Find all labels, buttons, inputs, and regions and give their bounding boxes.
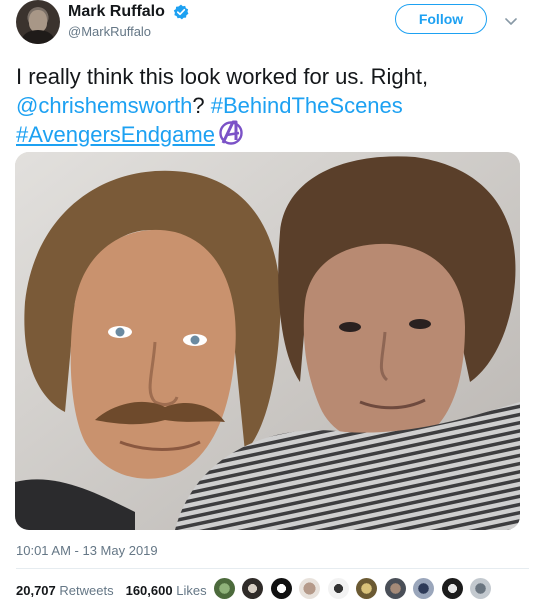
tweet-timestamp[interactable]: 10:01 AM - 13 May 2019 — [16, 543, 158, 558]
author-display-name[interactable]: Mark Ruffalo — [68, 3, 165, 21]
liker-avatar[interactable] — [299, 578, 321, 599]
liker-avatar[interactable] — [270, 578, 292, 599]
tweet-body-text: I really think this look worked for us. … — [16, 64, 429, 89]
retweets-count: 20,707 — [16, 583, 56, 598]
stats-divider — [16, 568, 529, 569]
likes-label: Likes — [176, 583, 207, 598]
tweet-photo[interactable] — [15, 152, 520, 530]
liker-avatar[interactable] — [214, 578, 235, 599]
likes-count: 160,600 — [125, 583, 173, 598]
liker-avatar[interactable] — [441, 578, 463, 599]
likes-stat[interactable]: 160,600 Likes — [126, 583, 207, 598]
verified-badge-icon — [173, 4, 189, 20]
avatar-shirt — [22, 30, 54, 44]
tweet-header: Mark Ruffalo @MarkRuffalo Follow — [16, 0, 531, 56]
liker-avatar[interactable] — [327, 578, 349, 599]
liker-avatar[interactable] — [356, 578, 378, 599]
liker-avatars — [214, 578, 494, 602]
hashtag-link-behindthescenes[interactable]: #BehindTheScenes — [211, 93, 403, 118]
liker-avatar[interactable] — [413, 578, 435, 599]
author-avatar[interactable] — [16, 0, 60, 44]
avengers-logo-icon[interactable] — [216, 120, 246, 146]
liker-avatar[interactable] — [242, 578, 264, 599]
retweets-label: Retweets — [59, 583, 114, 598]
liker-avatar[interactable] — [470, 578, 492, 599]
tweet-text: I really think this look worked for us. … — [16, 62, 526, 149]
tweet-stats: 20,707 Retweets 160,600 Likes — [16, 583, 207, 598]
photo-illustration — [15, 152, 520, 530]
mention-link[interactable]: @chrishemsworth — [16, 93, 192, 118]
tweet-body-text-2: ? — [192, 93, 211, 118]
retweets-stat[interactable]: 20,707 Retweets — [16, 583, 114, 598]
follow-button[interactable]: Follow — [395, 4, 487, 34]
avatar-face — [29, 10, 47, 32]
liker-avatar[interactable] — [384, 578, 406, 599]
chevron-down-icon[interactable] — [503, 13, 519, 29]
hashtag-link-avengersendgame[interactable]: #AvengersEndgame — [16, 122, 215, 147]
author-name-block[interactable]: Mark Ruffalo @MarkRuffalo — [68, 3, 189, 39]
author-handle[interactable]: @MarkRuffalo — [68, 24, 189, 39]
